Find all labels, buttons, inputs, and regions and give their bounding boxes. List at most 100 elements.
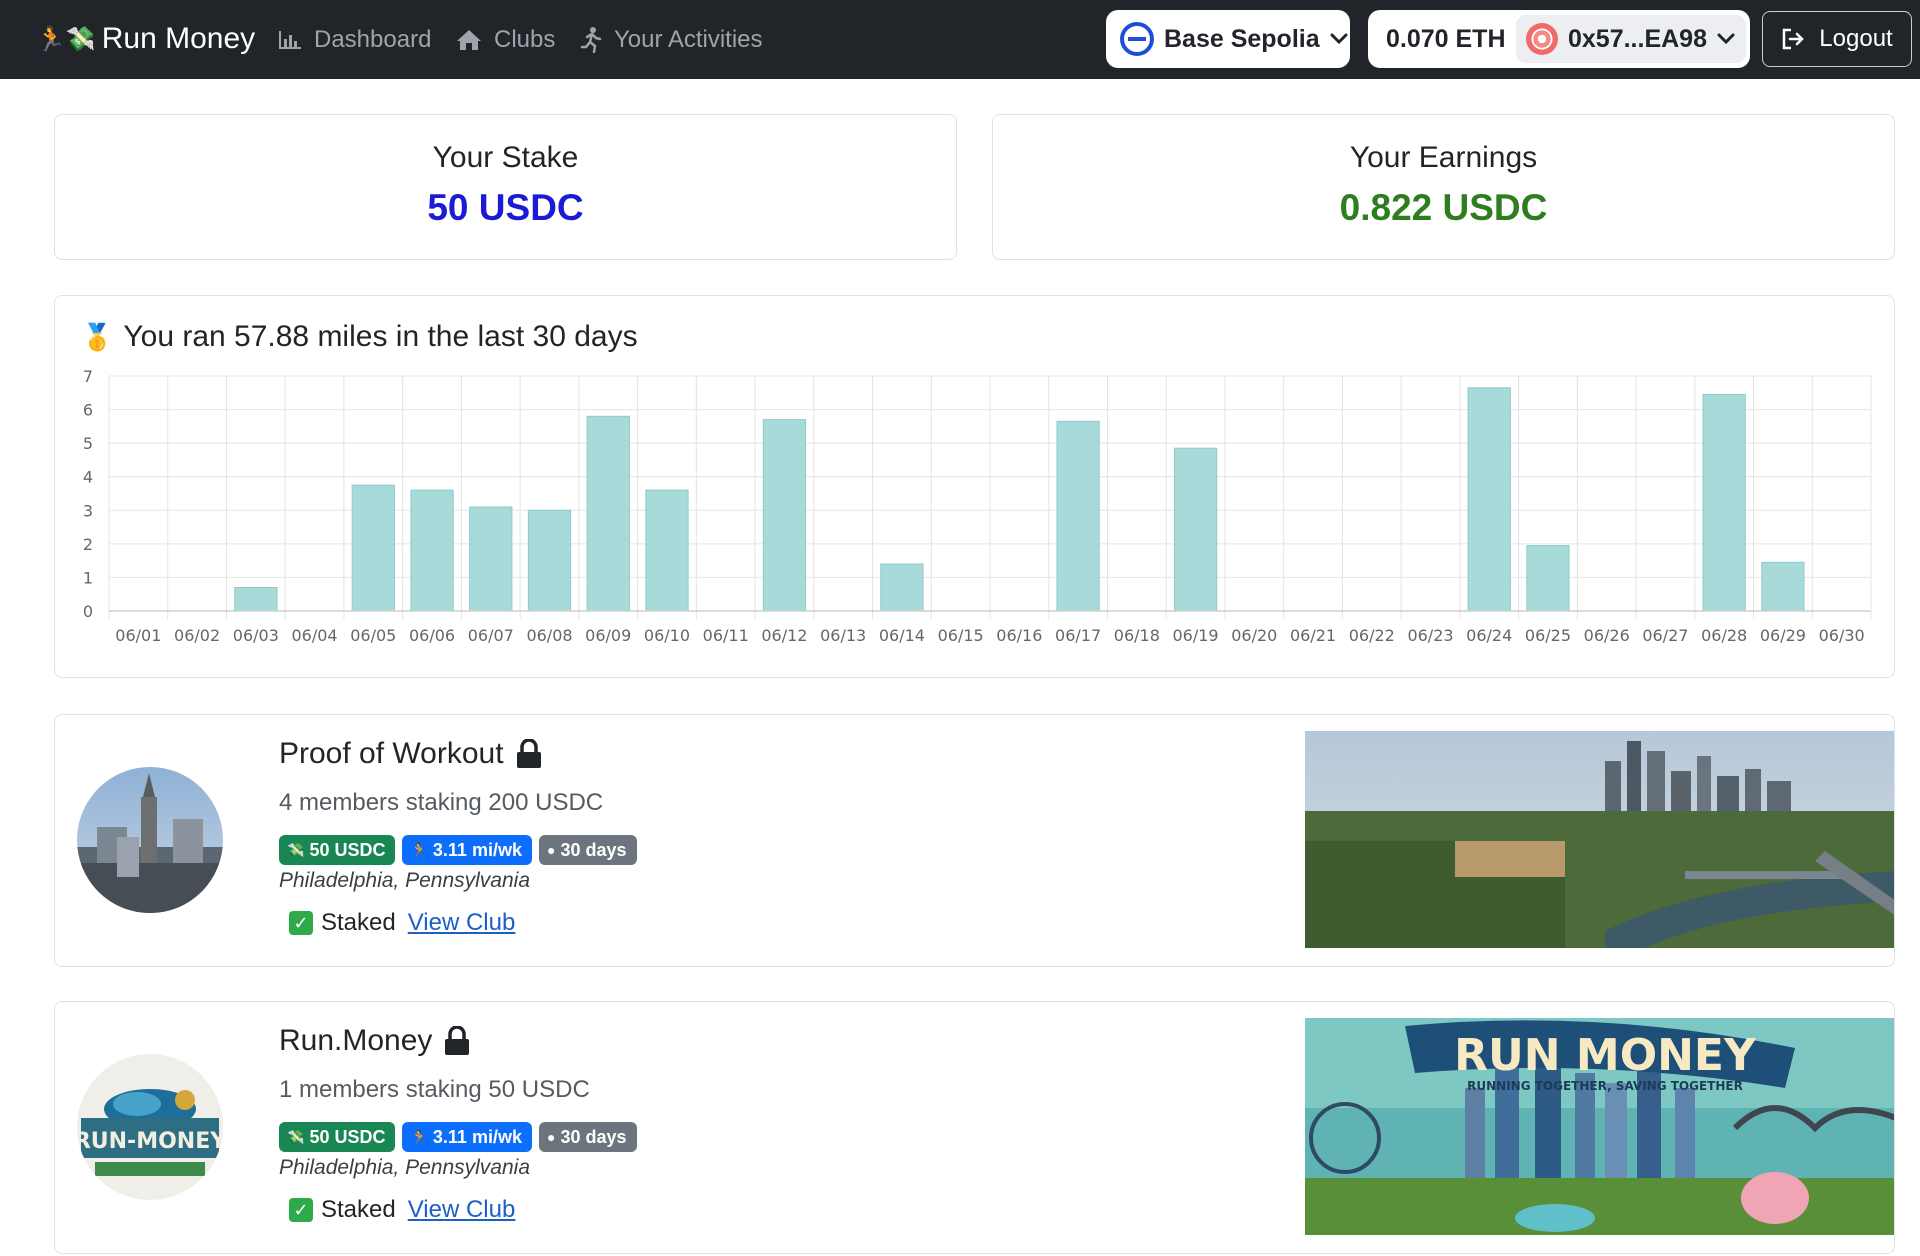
x-tick-label: 06/04 [292,626,338,645]
earnings-title: Your Earnings [1349,141,1538,174]
y-tick-label: 0 [83,602,93,621]
duration-badge: ● 30 days [538,1122,637,1152]
x-tick-label: 06/14 [879,626,925,645]
nav-clubs[interactable]: Clubs [456,22,555,58]
wallet-address-pill[interactable]: 0x57...EA98 [1516,15,1746,63]
x-tick-label: 06/06 [409,626,455,645]
clock-icon: ● [546,842,556,858]
x-tick-label: 06/30 [1819,626,1865,645]
stake-card: Your Stake 50 USDC [54,114,957,260]
lock-icon [516,739,541,768]
nav-dashboard[interactable]: Dashboard [278,22,431,58]
wallet-address: 0x57...EA98 [1568,24,1707,53]
x-tick-label: 06/05 [350,626,396,645]
stake-badge: 💸 50 USDC [279,835,396,865]
chart-bar [1702,393,1746,612]
medal-icon: 🥇 [81,321,114,352]
nav-clubs-label: Clubs [494,26,556,53]
x-tick-label: 06/08 [526,626,572,645]
y-tick-label: 2 [83,535,93,554]
club-banner-image: RUN MONEY RUNNING TOGETHER, SAVING TOGET… [1305,1018,1894,1235]
network-selector[interactable]: Base Sepolia [1106,10,1350,68]
chart-bar [1526,545,1570,612]
x-tick-label: 06/26 [1584,626,1630,645]
y-tick-label: 1 [83,568,93,587]
bar-chart-icon [279,31,301,49]
x-tick-label: 06/03 [233,626,279,645]
x-tick-label: 06/11 [703,626,749,645]
x-tick-label: 06/28 [1701,626,1747,645]
activity-title-text: You ran 57.88 miles in the last 30 days [123,320,638,353]
brand-emoji: 🏃💸 [36,25,96,53]
chart-bar [1173,447,1218,612]
x-tick-label: 06/18 [1114,626,1160,645]
avatar-text: RUN-MONEY [77,1129,223,1154]
runner-icon: 🏃 [410,841,428,858]
wallet-balance: 0.070 ETH [1386,24,1506,53]
chart-bar [645,489,689,612]
club-name[interactable]: Run.Money [279,1024,470,1058]
club-members: 1 members staking 50 USDC [279,1076,590,1103]
x-tick-label: 06/17 [1055,626,1101,645]
nav-activities-label: Your Activities [614,26,763,53]
staked-label: Staked [321,909,396,936]
logout-label: Logout [1819,25,1893,52]
duration-badge: ● 30 days [538,835,637,865]
runner-icon [580,27,602,53]
banner-subtitle-text: RUNNING TOGETHER, SAVING TOGETHER [1467,1079,1743,1093]
x-tick-label: 06/29 [1760,626,1806,645]
distance-badge: 🏃 3.11 mi/wk [402,835,532,865]
y-tick-label: 4 [83,468,93,487]
y-tick-label: 3 [83,501,93,520]
brand-logo[interactable]: 🏃💸 Run Money [36,18,255,60]
chart-bar [234,587,278,612]
activity-bar-chart: 0 1 2 3 4 5 6 7 06/01 06/02 06/03 06/04 06/05 06/06 06… [83,367,1872,645]
runner-icon: 🏃 [410,1128,428,1145]
chart-bar [1761,561,1805,612]
x-tick-label: 06/25 [1525,626,1571,645]
view-club-link[interactable]: View Club [408,1196,516,1224]
wallet-button[interactable]: 0.070 ETH 0x57...EA98 [1368,10,1750,68]
brand-label: Run Money [101,22,256,55]
club-badges: 💸 50 USDC 🏃 3.11 mi/wk ● 30 days [279,835,637,865]
chart-bar [527,509,572,612]
earnings-value: 0.822 USDC [1339,187,1548,228]
chart-bar [469,506,513,612]
stake-badge-label: 50 USDC [309,1126,386,1147]
activity-title: 🥇 You ran 57.88 miles in the last 30 day… [81,320,638,354]
club-location: Philadelphia, Pennsylvania [279,869,531,892]
duration-badge-label: 30 days [560,839,627,860]
club-card: RUN-MONEY Run.Money 1 members staking 50… [54,1001,1895,1254]
chart-bar [351,484,395,612]
x-tick-label: 06/09 [585,626,631,645]
club-name[interactable]: Proof of Workout [279,737,542,771]
logout-button[interactable]: Logout [1762,11,1912,67]
view-club-link[interactable]: View Club [408,909,516,937]
x-tick-label: 06/20 [1231,626,1277,645]
home-icon [457,30,481,50]
chart-bar [586,415,630,612]
banner-title-text: RUN MONEY [1454,1030,1757,1081]
clock-icon: ● [546,1129,556,1145]
club-badges: 💸 50 USDC 🏃 3.11 mi/wk ● 30 days [279,1122,637,1152]
chart-bar [410,489,454,612]
stake-badge-label: 50 USDC [309,839,386,860]
x-tick-label: 06/23 [1407,626,1453,645]
club-name-text: Proof of Workout [279,737,504,770]
x-tick-label: 06/02 [174,626,220,645]
club-card: Proof of Workout 4 members staking 200 U… [54,714,1895,967]
stake-value: 50 USDC [427,187,584,228]
nav-your-activities[interactable]: Your Activities [580,22,763,58]
nav-dashboard-label: Dashboard [314,26,432,53]
lock-icon [445,1026,470,1055]
activity-chart-card: 🥇 You ran 57.88 miles in the last 30 day… [54,295,1895,678]
stake-title: Your Stake [432,141,579,174]
x-tick-label: 06/24 [1466,626,1512,645]
stake-badge: 💸 50 USDC [279,1122,396,1152]
distance-badge-label: 3.11 mi/wk [432,1126,522,1147]
x-tick-label: 06/07 [468,626,514,645]
check-icon: ✓ [289,911,313,935]
club-status: ✓ Staked View Club [289,1196,515,1224]
wallet-avatar-icon [1526,23,1558,55]
x-tick-label: 06/12 [761,626,807,645]
